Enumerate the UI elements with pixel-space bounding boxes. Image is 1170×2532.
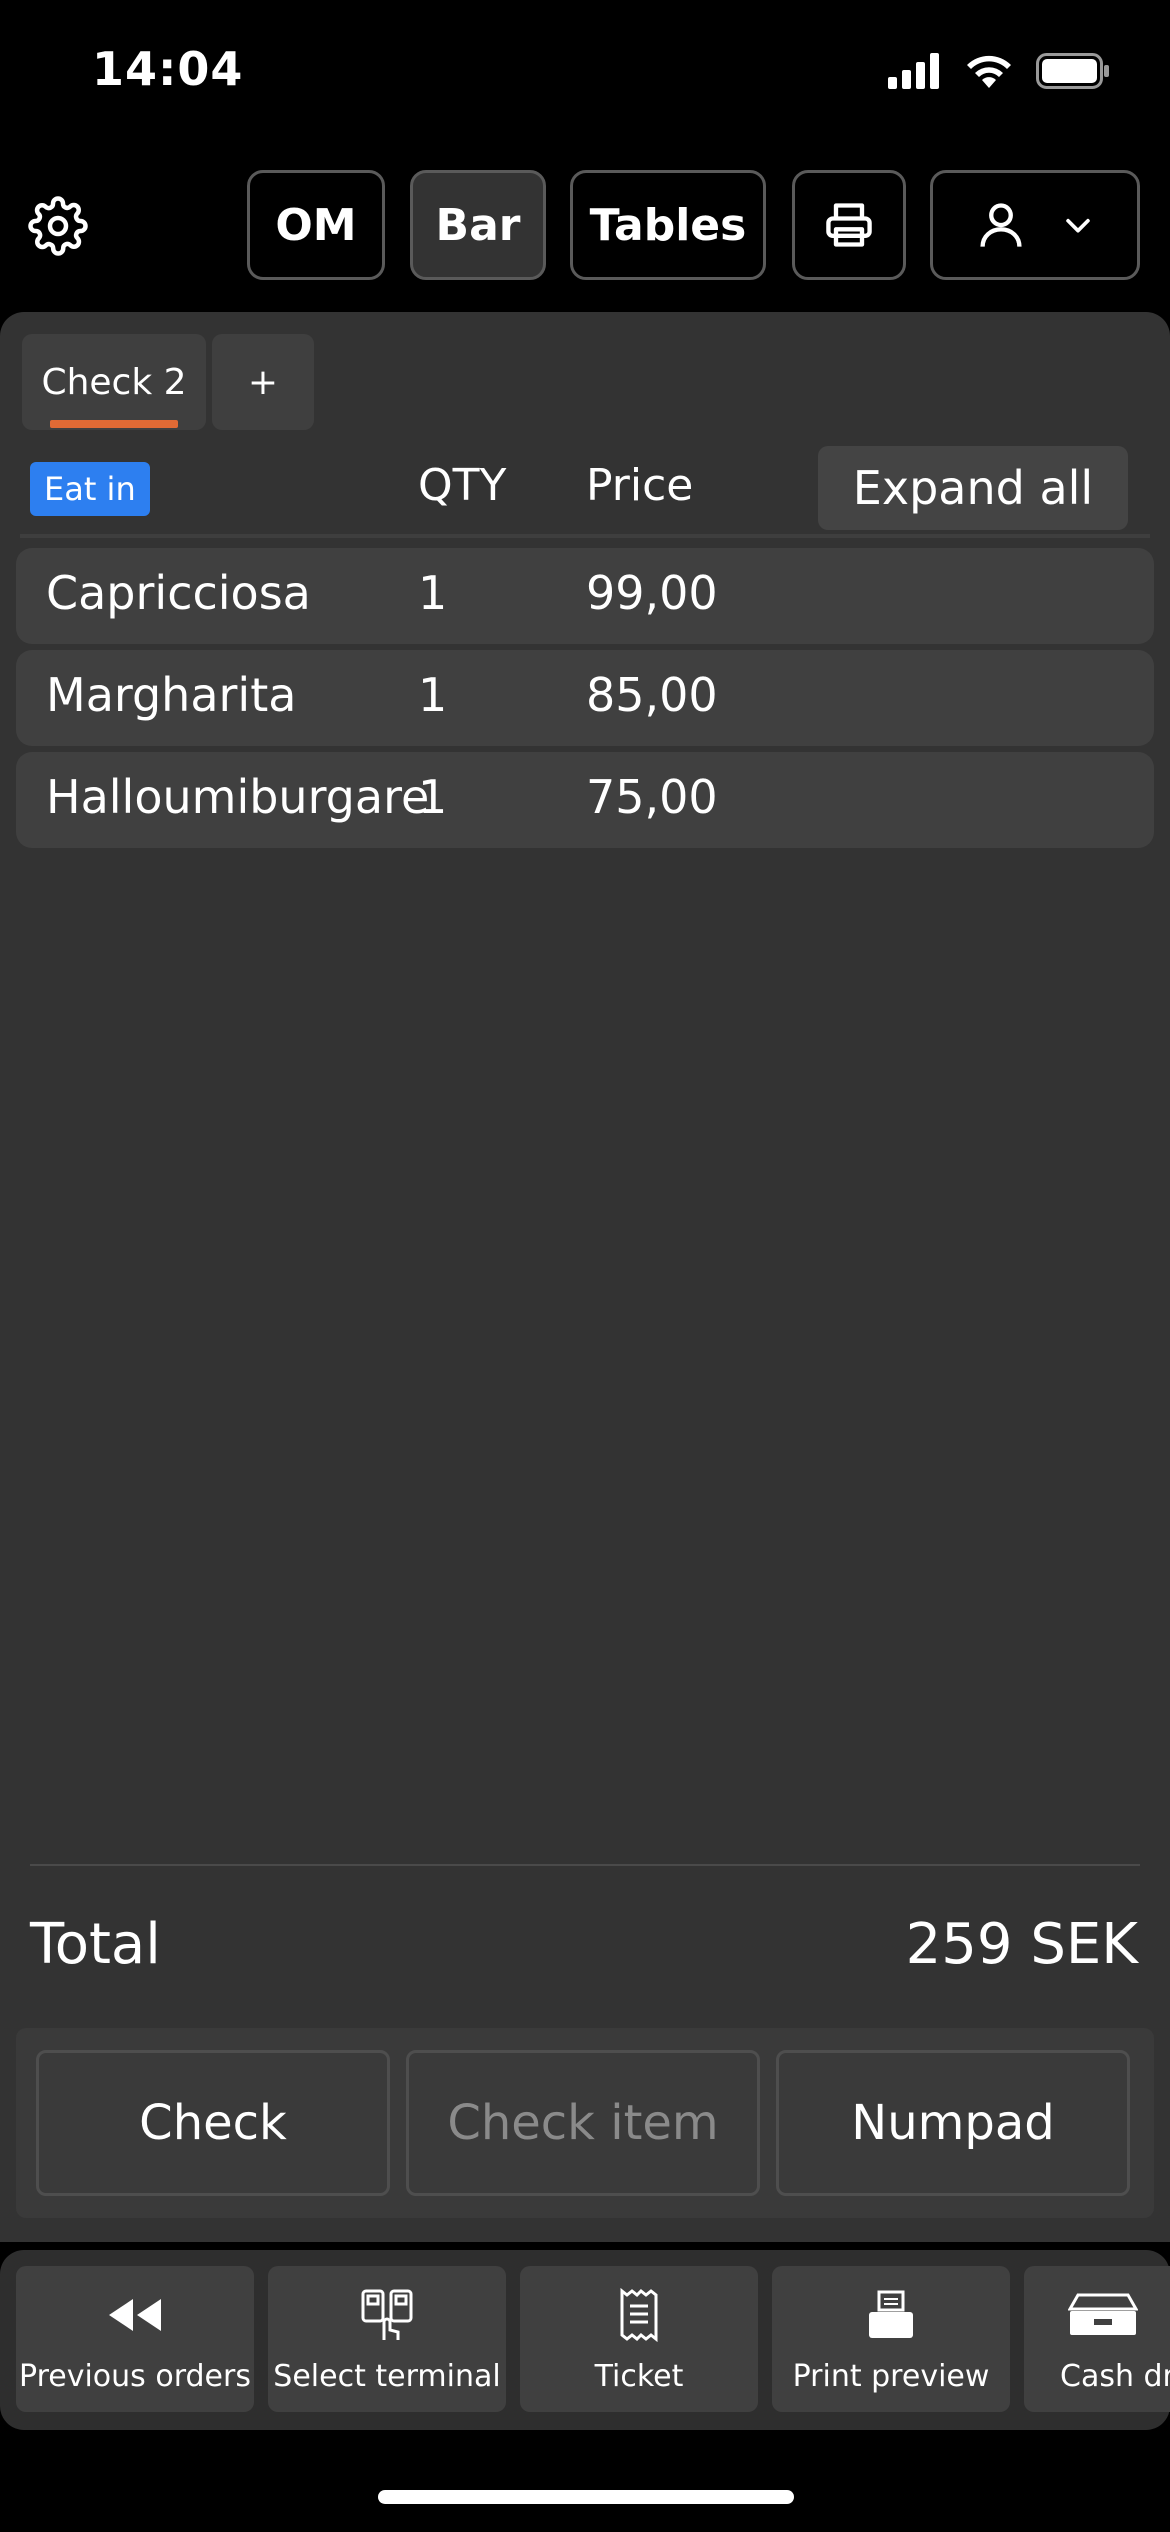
tool-label: Previous orders <box>19 2359 251 2394</box>
item-qty: 1 <box>418 566 448 620</box>
numpad-button[interactable]: Numpad <box>776 2050 1130 2196</box>
add-check-tab[interactable]: + <box>212 334 314 430</box>
rewind-icon <box>109 2299 161 2331</box>
cash-drawer-icon <box>1068 2293 1138 2335</box>
print-preview-button[interactable]: Print preview <box>772 2266 1010 2412</box>
status-icons <box>888 52 1110 90</box>
order-row[interactable]: Halloumiburgare 1 75,00 <box>16 752 1154 848</box>
item-qty: 1 <box>418 770 448 824</box>
qty-column-header: QTY <box>418 460 507 511</box>
check-item-button[interactable]: Check item <box>406 2050 760 2196</box>
settings-button[interactable] <box>28 196 88 260</box>
total-divider <box>30 1864 1140 1866</box>
print-button[interactable] <box>792 170 906 280</box>
bar-button[interactable]: Bar <box>410 170 546 280</box>
om-button[interactable]: OM <box>247 170 385 280</box>
tables-button[interactable]: Tables <box>570 170 766 280</box>
header-divider <box>20 534 1150 538</box>
tool-label: Ticket <box>594 2359 684 2394</box>
tool-label: Print preview <box>792 2359 990 2394</box>
active-tab-indicator <box>50 420 178 428</box>
item-name: Margharita <box>46 668 297 722</box>
order-row[interactable]: Margharita 1 85,00 <box>16 650 1154 746</box>
receipt-icon <box>620 2288 658 2342</box>
wifi-icon <box>967 55 1011 88</box>
cash-drawer-button[interactable]: Cash drawer <box>1024 2266 1170 2412</box>
item-price: 99,00 <box>586 566 718 620</box>
printer-icon <box>869 2290 913 2338</box>
tab-check-2[interactable]: Check 2 <box>22 334 206 430</box>
expand-all-button[interactable]: Expand all <box>818 446 1128 530</box>
tool-label: Select terminal <box>273 2359 501 2394</box>
item-qty: 1 <box>418 668 448 722</box>
order-row[interactable]: Capricciosa 1 99,00 <box>16 548 1154 644</box>
user-icon <box>980 203 1022 247</box>
chevron-down-icon <box>1066 218 1090 233</box>
previous-orders-button[interactable]: Previous orders <box>16 2266 254 2412</box>
check-button[interactable]: Check <box>36 2050 390 2196</box>
item-name: Capricciosa <box>46 566 311 620</box>
eat-in-badge[interactable]: Eat in <box>30 462 150 516</box>
total-value: 259 SEK <box>905 1912 1138 1977</box>
item-price: 75,00 <box>586 770 718 824</box>
status-time: 14:04 <box>92 42 244 96</box>
select-terminal-button[interactable]: Select terminal <box>268 2266 506 2412</box>
signal-icon <box>888 53 939 89</box>
user-menu-button[interactable] <box>930 170 1140 280</box>
gear-icon <box>28 196 88 256</box>
tool-label: Cash drawer <box>1060 2359 1170 2394</box>
battery-icon <box>1036 53 1109 89</box>
home-indicator[interactable] <box>378 2490 794 2504</box>
item-name: Halloumiburgare <box>46 770 430 824</box>
terminal-icon <box>361 2289 413 2340</box>
total-label: Total <box>30 1912 161 1977</box>
printer-icon <box>826 203 872 247</box>
price-column-header: Price <box>586 460 694 511</box>
item-price: 85,00 <box>586 668 718 722</box>
ticket-button[interactable]: Ticket <box>520 2266 758 2412</box>
